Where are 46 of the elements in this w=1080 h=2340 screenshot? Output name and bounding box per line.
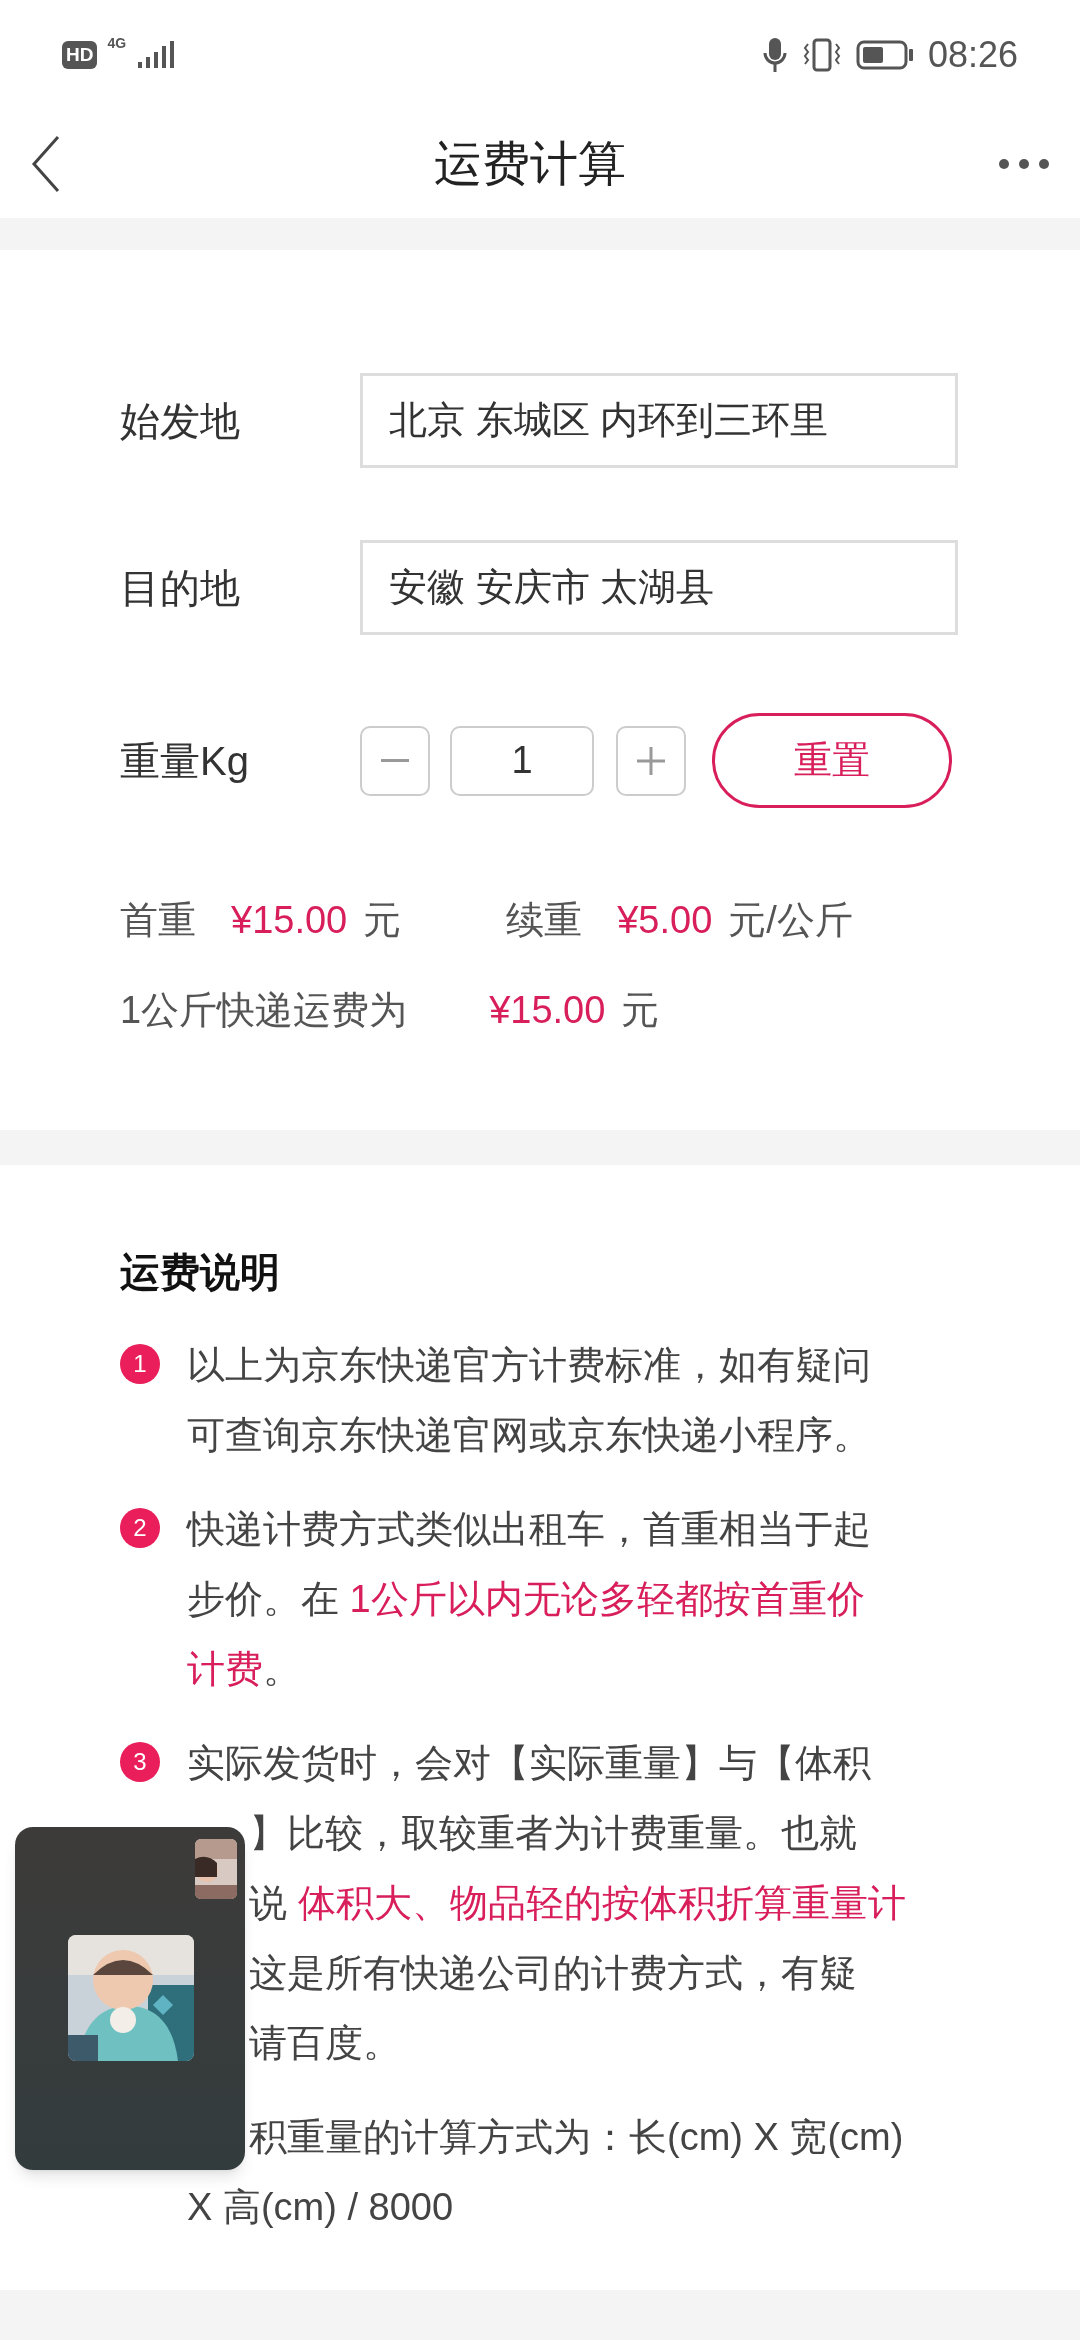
note-line: 实际发货时，会对【实际重量】与【体积 (187, 1741, 871, 1786)
more-icon[interactable] (998, 157, 1050, 171)
note-line: 积重量的计算方式为：长(cm) X 宽(cm) (249, 2115, 904, 2160)
price-label: 续重 (506, 897, 583, 943)
note-line: 快递计费方式类似出租车，首重相当于起 (187, 1507, 871, 1552)
note-line: 以上为京东快递官方计费标准，如有疑问 (187, 1343, 871, 1388)
note-line: 步价。在 1公斤以内无论多轻都按首重价 (187, 1577, 865, 1622)
field-label: 重量Kg (120, 737, 250, 785)
microphone-icon (761, 37, 788, 73)
notes-title: 运费说明 (120, 1249, 281, 1296)
field-label: 始发地 (120, 397, 241, 445)
clock-time: 08:26 (927, 33, 1018, 77)
address-field[interactable]: 安徽 安庆市 太湖县 (360, 540, 958, 635)
price-value: ¥15.00 (231, 897, 348, 943)
field-label: 目的地 (120, 564, 241, 612)
video-call-window[interactable] (15, 1827, 245, 2170)
minus-icon (381, 758, 409, 763)
page-title: 运费计算 (434, 136, 626, 192)
network-label: 4G (107, 36, 127, 50)
price-label: 元 (621, 987, 660, 1033)
plus-icon (637, 746, 665, 775)
hd-badge: HD (62, 41, 98, 69)
note-line: 说 体积大、物品轻的按体积折算重量计 (249, 1881, 906, 1926)
number-badge: 2 (120, 1508, 160, 1548)
note-line: 这是所有快递公司的计费方式，有疑 (249, 1951, 857, 1996)
price-label: 1公斤快递运费为 (120, 987, 408, 1033)
plus-button[interactable] (616, 725, 686, 796)
weight-input[interactable]: 1 (450, 725, 594, 796)
note-line: 】比较，取较重者为计费重量。也就 (249, 1811, 857, 1856)
note-line: 可查询京东快递官网或京东快递小程序。 (187, 1413, 871, 1458)
number-badge: 3 (120, 1742, 160, 1782)
price-label: 元/公斤 (728, 897, 853, 943)
price-label: 元 (363, 897, 402, 943)
note-line: 计费。 (187, 1647, 301, 1692)
reset-button[interactable]: 重置 (712, 713, 952, 808)
price-label: 首重 (120, 897, 196, 943)
note-line: 请百度。 (249, 2021, 401, 2066)
signal-icon (136, 40, 177, 70)
price-value: ¥15.00 (489, 987, 606, 1033)
back-icon[interactable] (30, 135, 62, 193)
vibrate-icon (801, 38, 842, 72)
number-badge: 1 (120, 1344, 160, 1384)
address-field[interactable]: 北京 东城区 内环到三环里 (360, 373, 958, 468)
price-value: ¥5.00 (617, 897, 713, 943)
note-line: X 高(cm) / 8000 (187, 2185, 454, 2230)
battery-icon (855, 40, 914, 70)
